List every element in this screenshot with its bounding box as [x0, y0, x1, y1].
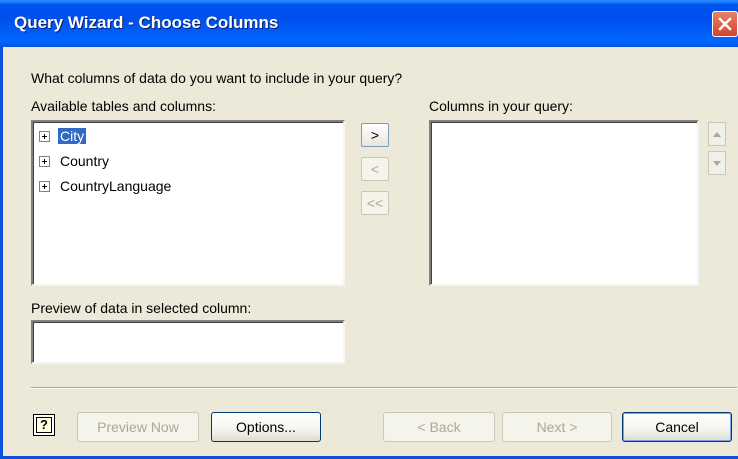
next-button[interactable]: Next >: [502, 412, 612, 442]
query-columns-label: Columns in your query:: [429, 98, 573, 114]
add-column-button[interactable]: >: [361, 123, 389, 147]
triangle-up-icon: [713, 131, 721, 137]
available-columns-label: Available tables and columns:: [31, 98, 216, 114]
preview-label: Preview of data in selected column:: [31, 300, 252, 316]
preview-now-button[interactable]: Preview Now: [77, 412, 199, 442]
tree-item-label: City: [58, 128, 87, 144]
remove-column-button[interactable]: <: [361, 157, 389, 181]
cancel-button[interactable]: Cancel: [622, 412, 732, 442]
expand-icon[interactable]: [39, 180, 50, 192]
available-columns-tree[interactable]: City Country CountryLanguage: [31, 120, 345, 286]
help-button[interactable]: ?: [33, 414, 55, 436]
window-title: Query Wizard - Choose Columns: [14, 13, 279, 32]
back-button[interactable]: < Back: [383, 412, 495, 442]
title-bar[interactable]: Query Wizard - Choose Columns: [0, 0, 738, 47]
expand-icon[interactable]: [39, 130, 50, 142]
expand-icon[interactable]: [39, 155, 50, 167]
triangle-down-icon: [713, 160, 721, 166]
options-button[interactable]: Options...: [211, 412, 321, 442]
query-wizard-dialog: Query Wizard - Choose Columns What colum…: [0, 0, 738, 459]
tree-item-label: Country: [60, 153, 110, 169]
query-columns-list[interactable]: [429, 120, 699, 286]
tree-item-country[interactable]: Country: [39, 151, 111, 171]
tree-item-city[interactable]: City: [39, 126, 87, 146]
move-down-button[interactable]: [708, 151, 726, 175]
move-up-button[interactable]: [708, 122, 726, 146]
tree-item-countrylanguage[interactable]: CountryLanguage: [39, 176, 173, 196]
preview-field[interactable]: [31, 320, 345, 364]
tree-item-label: CountryLanguage: [60, 178, 172, 194]
help-icon: ?: [36, 417, 52, 433]
close-icon[interactable]: [712, 11, 738, 37]
instruction-text: What columns of data do you want to incl…: [31, 70, 403, 86]
separator: [31, 387, 737, 389]
remove-all-columns-button[interactable]: <<: [361, 191, 389, 215]
